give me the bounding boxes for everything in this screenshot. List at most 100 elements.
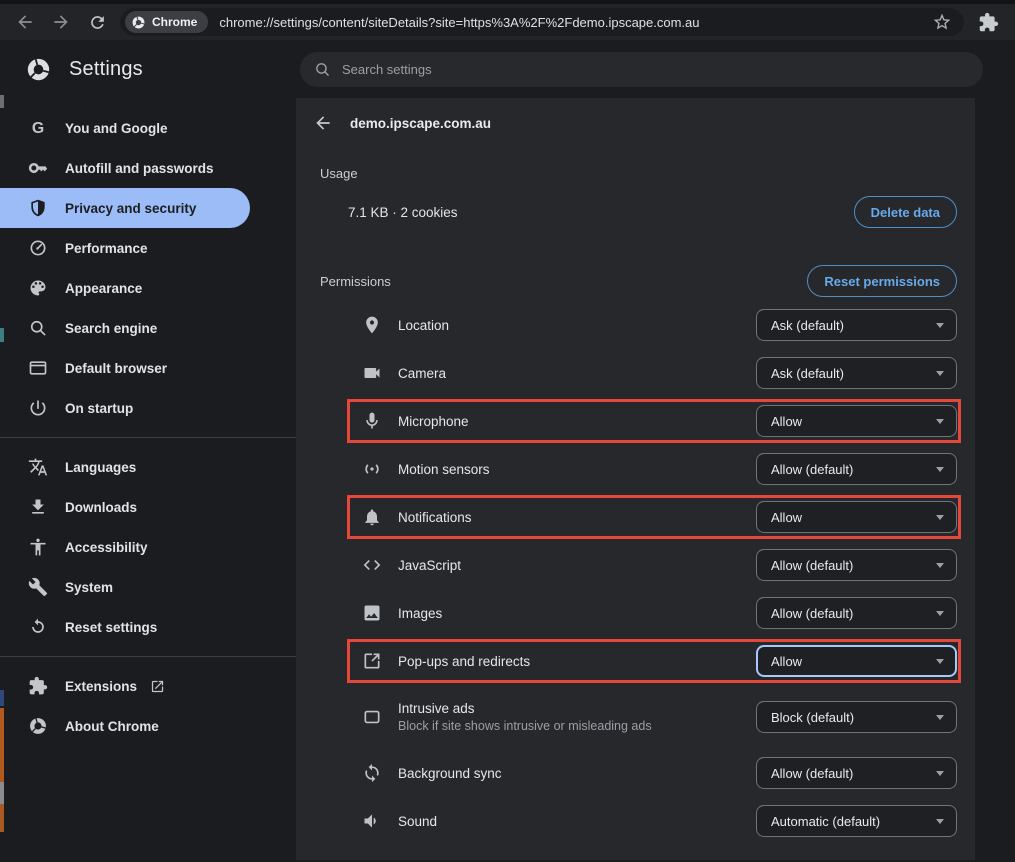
extensions-icon[interactable] [978, 12, 999, 33]
permission-dropdown[interactable]: Allow [756, 645, 957, 677]
usage-row: 7.1 KB · 2 cookies Delete data [348, 193, 957, 231]
sidebar-divider [0, 656, 296, 657]
permission-value: Ask (default) [771, 366, 844, 381]
reload-button[interactable] [84, 9, 110, 35]
back-button[interactable] [12, 9, 38, 35]
permission-dropdown[interactable]: Automatic (default) [756, 805, 957, 837]
back-arrow-icon[interactable] [313, 113, 333, 133]
sidebar-nav: You and Google Autofill and passwords Pr… [0, 98, 296, 860]
background-window-sliver [0, 804, 4, 832]
sidebar-item-reset-settings[interactable]: Reset settings [0, 607, 296, 647]
chevron-down-icon [936, 715, 944, 720]
permission-dropdown[interactable]: Ask (default) [756, 309, 957, 341]
sidebar-item-system[interactable]: System [0, 567, 296, 607]
sidebar-item-about-chrome[interactable]: About Chrome [0, 706, 296, 746]
sidebar-item-icon [28, 158, 48, 178]
permissions-list: Location Ask (default) Camera Ask (defau… [296, 301, 975, 845]
address-bar[interactable]: Chrome chrome://settings/content/siteDet… [120, 8, 964, 36]
permission-dropdown[interactable]: Allow (default) [756, 549, 957, 581]
chevron-down-icon [936, 323, 944, 328]
usage-summary: 7.1 KB · 2 cookies [348, 205, 854, 220]
permission-label: Camera [398, 366, 756, 381]
sidebar-item-autofill-and-passwords[interactable]: Autofill and passwords [0, 148, 296, 188]
sidebar-item-label: Extensions [65, 679, 137, 694]
external-link-icon [150, 679, 165, 694]
bookmark-star-icon[interactable] [932, 12, 952, 32]
permissions-section-label: Permissions [320, 274, 807, 289]
delete-data-button[interactable]: Delete data [854, 196, 957, 228]
page-title: Settings [69, 58, 143, 81]
permission-dropdown[interactable]: Allow (default) [756, 757, 957, 789]
sidebar-item-label: Accessibility [65, 540, 148, 555]
sidebar-item-icon [28, 577, 48, 597]
permission-dropdown[interactable]: Allow (default) [756, 597, 957, 629]
sidebar-item-icon [28, 617, 48, 637]
sidebar-item-label: Performance [65, 241, 148, 256]
permission-row-intrusive-ads: Intrusive ads Block if site shows intrus… [296, 685, 975, 749]
permission-icon [362, 811, 382, 831]
sidebar-item-icon [28, 318, 48, 338]
permission-dropdown[interactable]: Allow [756, 501, 957, 533]
sidebar-item-downloads[interactable]: Downloads [0, 487, 296, 527]
background-window-sliver [0, 328, 4, 342]
permission-dropdown[interactable]: Ask (default) [756, 357, 957, 389]
permission-value: Allow (default) [771, 558, 853, 573]
permission-row-notifications: Notifications Allow [296, 493, 975, 541]
url-text: chrome://settings/content/siteDetails?si… [219, 15, 924, 30]
permission-dropdown[interactable]: Allow (default) [756, 453, 957, 485]
chrome-logo-icon [25, 56, 52, 83]
sidebar-item-accessibility[interactable]: Accessibility [0, 527, 296, 567]
settings-header: Settings [0, 40, 1015, 98]
sidebar-item-label: Search engine [65, 321, 157, 336]
permission-value: Allow (default) [771, 606, 853, 621]
search-input[interactable] [342, 62, 969, 77]
permission-dropdown[interactable]: Block (default) [756, 701, 957, 733]
permission-row-images: Images Allow (default) [296, 589, 975, 637]
reset-permissions-button[interactable]: Reset permissions [807, 265, 957, 297]
permission-value: Allow [771, 510, 802, 525]
sidebar-item-label: Default browser [65, 361, 167, 376]
sidebar-item-icon [28, 118, 48, 138]
sidebar-item-search-engine[interactable]: Search engine [0, 308, 296, 348]
sidebar-item-label: Downloads [65, 500, 137, 515]
permission-value: Allow (default) [771, 462, 853, 477]
sidebar-item-extensions[interactable]: Extensions [0, 666, 296, 706]
sidebar-item-icon [28, 238, 48, 258]
permission-row-background-sync: Background sync Allow (default) [296, 749, 975, 797]
page-right-gutter [975, 98, 1015, 860]
forward-button[interactable] [48, 9, 74, 35]
chevron-down-icon [936, 563, 944, 568]
settings-search[interactable] [300, 52, 983, 87]
sidebar-item-on-startup[interactable]: On startup [0, 388, 296, 428]
permission-icon [362, 507, 382, 527]
sidebar-item-label: You and Google [65, 121, 168, 136]
permission-label: JavaScript [398, 558, 756, 573]
chevron-down-icon [936, 819, 944, 824]
sidebar-divider [0, 437, 296, 438]
sidebar-item-icon [28, 676, 48, 696]
sidebar-item-label: System [65, 580, 113, 595]
permission-label: Notifications [398, 510, 756, 525]
permission-label: Intrusive ads [398, 701, 756, 716]
sidebar-item-appearance[interactable]: Appearance [0, 268, 296, 308]
chevron-down-icon [936, 419, 944, 424]
background-window-sliver [0, 95, 4, 108]
background-window-sliver [0, 708, 4, 782]
permission-label: Images [398, 606, 756, 621]
permission-dropdown[interactable]: Allow [756, 405, 957, 437]
sidebar-item-label: Reset settings [65, 620, 157, 635]
sidebar-item-performance[interactable]: Performance [0, 228, 296, 268]
permission-label: Sound [398, 814, 756, 829]
background-window-sliver [0, 782, 4, 804]
sidebar-item-languages[interactable]: Languages [0, 447, 296, 487]
search-icon [314, 61, 331, 78]
sidebar-item-default-browser[interactable]: Default browser [0, 348, 296, 388]
permission-value: Allow [771, 414, 802, 429]
sidebar-item-label: Privacy and security [65, 201, 196, 216]
sidebar-item-icon [28, 457, 48, 477]
sidebar-item-icon [28, 716, 48, 736]
permission-row-motion-sensors: Motion sensors Allow (default) [296, 445, 975, 493]
sidebar-item-you-and-google[interactable]: You and Google [0, 108, 296, 148]
sidebar-item-privacy-and-security[interactable]: Privacy and security [0, 188, 250, 228]
chrome-chip-label: Chrome [152, 15, 197, 29]
